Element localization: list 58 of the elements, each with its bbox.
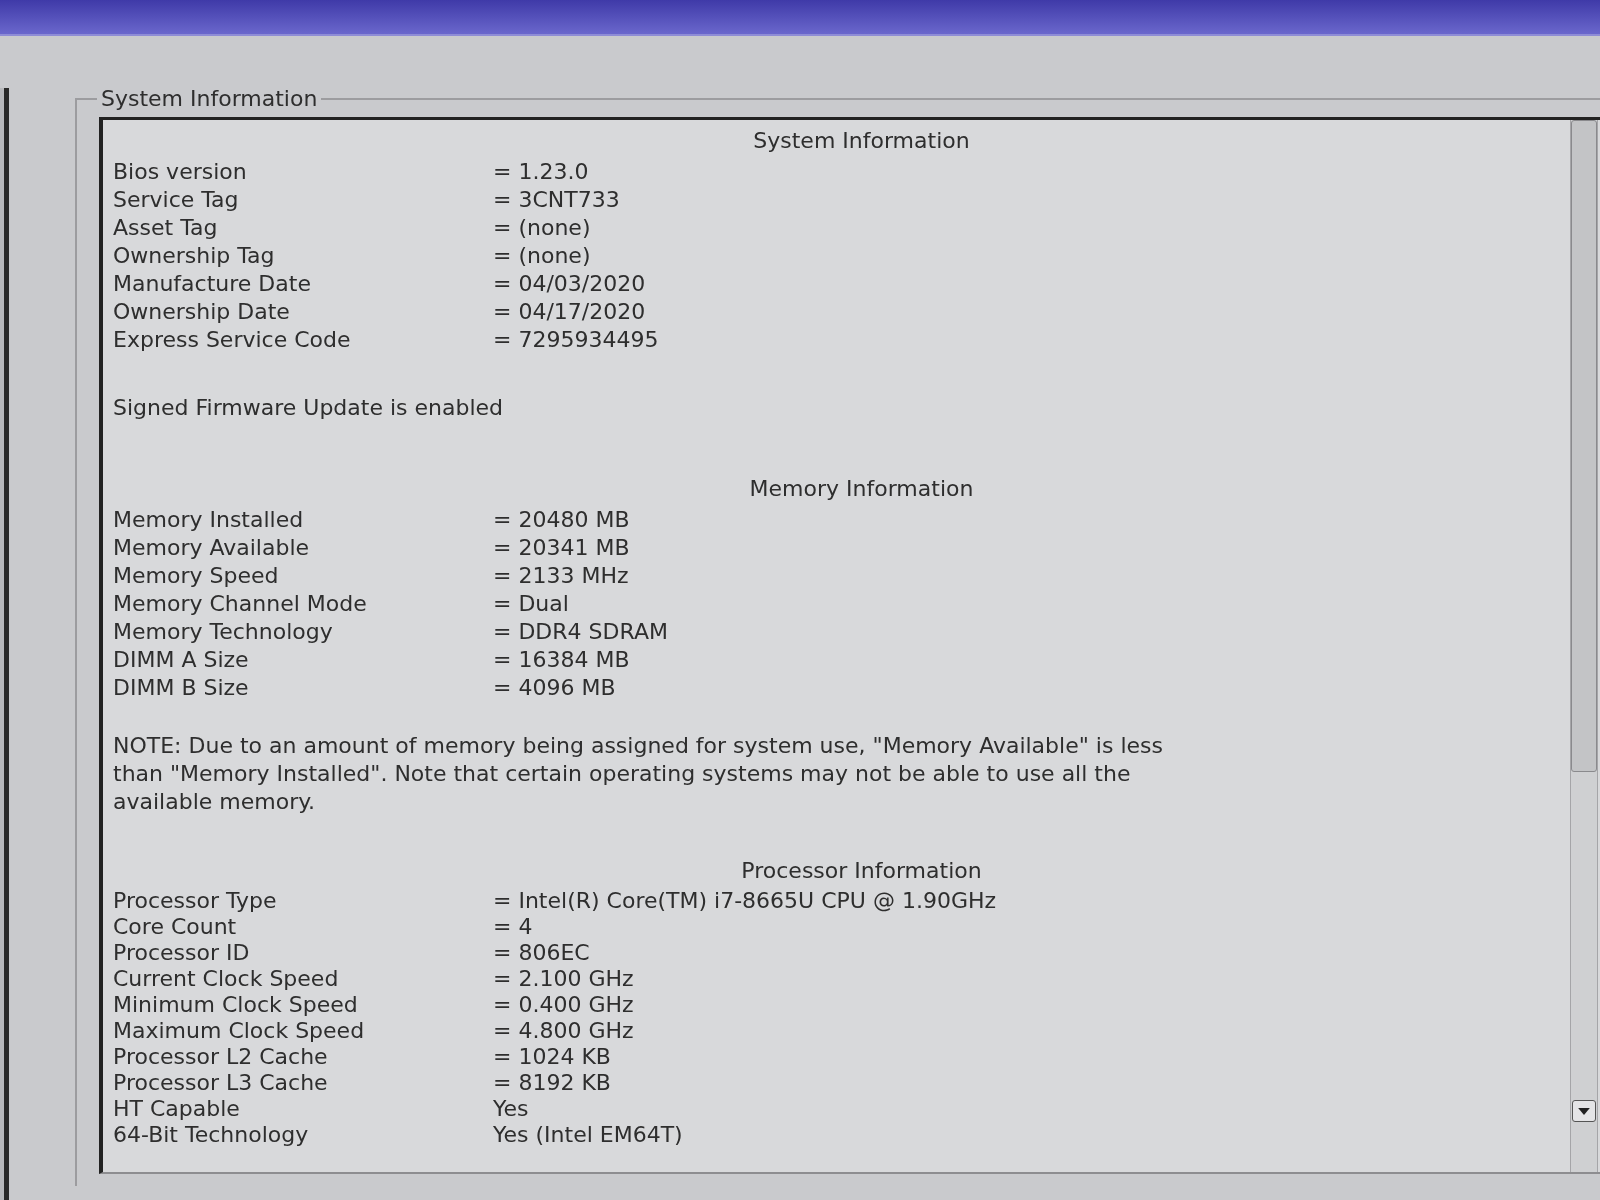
field-value: = (none) [493, 214, 591, 242]
field-value: = 1024 KB [493, 1044, 611, 1070]
field-value: Yes [493, 1096, 529, 1122]
field-label: Memory Channel Mode [113, 590, 367, 618]
field-value: = 806EC [493, 940, 590, 966]
field-value: = (none) [493, 242, 591, 270]
section-heading: Memory Information [748, 475, 975, 503]
field-label: Core Count [113, 914, 237, 940]
info-note: Signed Firmware Update is enabled [113, 394, 505, 422]
field-value: = 20480 MB [493, 506, 630, 534]
field-value: = 0.400 GHz [493, 992, 634, 1018]
info-note: NOTE: Due to an amount of memory being assigned for system use, "Memory Available" is less than "Memory Installed". Note that certain operating systems may not be able to use all the available memory. [113, 732, 1164, 816]
field-value: = 4.800 GHz [493, 1018, 634, 1044]
group-title: System Information [100, 86, 319, 111]
field-value: = 1.23.0 [493, 158, 589, 186]
scroll-down-button[interactable] [1572, 1100, 1596, 1122]
field-value: Yes (Intel EM64T) [493, 1122, 683, 1148]
field-value: = 20341 MB [493, 534, 630, 562]
field-value: = 04/03/2020 [493, 270, 646, 298]
field-label: Manufacture Date [113, 270, 311, 298]
caret-down-icon [1578, 1107, 1590, 1115]
field-label: 64-Bit Technology [113, 1122, 309, 1148]
field-value: = 4 [493, 914, 533, 940]
field-label: Processor Type [113, 888, 277, 914]
field-value: = 04/17/2020 [493, 298, 646, 326]
field-label: Minimum Clock Speed [113, 992, 358, 1018]
field-label: Current Clock Speed [113, 966, 339, 992]
field-label: Ownership Date [113, 298, 290, 326]
field-label: Express Service Code [113, 326, 351, 354]
field-label: DIMM B Size [113, 674, 249, 702]
field-label: Maximum Clock Speed [113, 1018, 365, 1044]
field-label: Memory Speed [113, 562, 279, 590]
field-label: DIMM A Size [113, 646, 249, 674]
field-label: Memory Available [113, 534, 310, 562]
field-label: Memory Technology [113, 618, 333, 646]
field-label: HT Capable [113, 1096, 240, 1122]
field-label: Ownership Tag [113, 242, 275, 270]
field-value: = Dual [493, 590, 569, 618]
field-label: Asset Tag [113, 214, 218, 242]
section-heading: Processor Information [740, 857, 983, 885]
field-label: Processor L3 Cache [113, 1070, 328, 1096]
field-label: Bios version [113, 158, 247, 186]
field-value: = DDR4 SDRAM [493, 618, 668, 646]
field-label: Processor L2 Cache [113, 1044, 328, 1070]
field-label: Memory Installed [113, 506, 304, 534]
field-value: = 3CNT733 [493, 186, 620, 214]
field-value: = 7295934495 [493, 326, 659, 354]
field-value: = 2133 MHz [493, 562, 629, 590]
field-value: = 2.100 GHz [493, 966, 634, 992]
field-value: = 8192 KB [493, 1070, 611, 1096]
field-value: = 4096 MB [493, 674, 616, 702]
scrollbar-thumb[interactable] [1571, 120, 1597, 772]
field-value: = 16384 MB [493, 646, 630, 674]
field-value: = Intel(R) Core(TM) i7-8665U CPU @ 1.90GHz [493, 888, 997, 914]
section-heading: System Information [752, 127, 971, 155]
field-label: Service Tag [113, 186, 239, 214]
scrollbar[interactable] [1570, 120, 1598, 1172]
field-label: Processor ID [113, 940, 250, 966]
